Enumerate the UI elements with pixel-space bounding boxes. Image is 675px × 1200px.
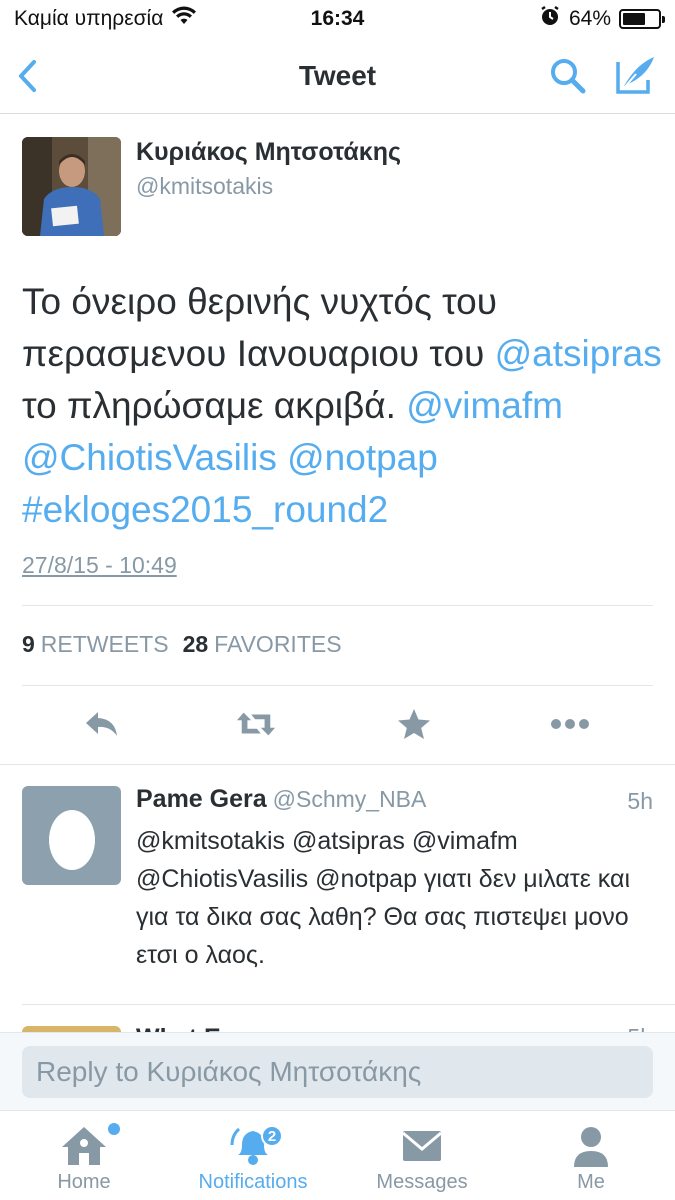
retweets-stat[interactable]: 9 RETWEETS [22,631,169,658]
tweet-timestamp[interactable]: 27/8/15 - 10:49 [22,552,177,579]
home-unread-dot [108,1123,120,1135]
tab-home[interactable]: Home [0,1111,168,1200]
tweet-text: Το όνειρο θερινής νυχτός του περασμενου … [22,276,662,536]
retweets-count: 9 [22,631,35,657]
reply-author-avatar[interactable] [22,786,121,885]
retweet-button[interactable] [236,706,276,742]
reply-text[interactable]: @kmitsotakis @atsipras @vimafm @ChiotisV… [136,822,656,974]
reply-time: 5h [627,788,653,814]
retweets-label: RETWEETS [40,631,169,657]
battery-percent: 64% [568,7,611,30]
search-icon [551,59,586,94]
author-avatar[interactable] [22,137,121,236]
tab-home-label: Home [57,1171,111,1193]
star-icon [398,709,430,739]
reply-author[interactable]: Pame Gera @Schmy_NBA [136,785,426,814]
tweet-text-part: το πληρώσαμε ακριβά. [22,385,407,426]
retweet-icon [236,712,276,736]
profile-photo [22,137,121,236]
mention-link[interactable]: @atsipras [495,333,662,374]
tweet-text-part: Το όνειρο θερινής νυχτός του περασμενου … [22,281,497,374]
tab-notifications-label: Notifications [198,1171,308,1193]
mention-link[interactable]: @vimafm [406,385,563,426]
search-button[interactable] [548,56,588,96]
divider [22,605,653,606]
chevron-left-icon [19,60,36,92]
reply-author-handle: @Schmy_NBA [272,786,427,812]
favorite-button[interactable] [394,706,434,742]
tab-bar: Home 2 Notifications Messages Me [0,1110,675,1200]
divider [0,764,675,765]
navigation-bar: Tweet [0,38,675,114]
reply-button[interactable] [82,706,122,742]
compose-tweet-button[interactable] [612,54,658,96]
tab-messages[interactable]: Messages [338,1111,506,1200]
tab-notifications[interactable]: 2 Notifications [169,1111,337,1200]
tweet-actions [0,686,675,762]
more-options-button[interactable] [550,706,590,742]
tab-me[interactable]: Me [507,1111,675,1200]
home-icon [62,1127,106,1165]
divider [22,1004,675,1005]
more-dots-icon [551,719,589,729]
default-egg-avatar-icon [48,809,95,870]
author-name[interactable]: Κυριάκος Μητσοτάκης [136,138,401,167]
mention-link[interactable]: @notpap [287,437,438,478]
back-button[interactable] [14,56,44,96]
wifi-icon [171,6,197,32]
reply-input[interactable] [22,1046,653,1098]
alarm-icon [539,5,561,33]
reply-bar [0,1032,675,1110]
favorites-count: 28 [182,631,209,657]
tab-messages-label: Messages [376,1171,468,1193]
battery-level [623,13,645,25]
hashtag-link[interactable]: #ekloges2015_round2 [22,489,388,530]
tweet-stats: 9 RETWEETS 28 FAVORITES [22,631,342,658]
favorites-label: FAVORITES [214,631,342,657]
next-reply-peek[interactable]: What Ev... 5h [0,1020,675,1032]
reply-icon [86,712,117,736]
carrier-label: Καμία υπηρεσία [14,7,164,30]
next-reply-name: What Ev... [136,1024,254,1032]
messages-envelope-icon [402,1131,442,1161]
mention-link[interactable]: @ChiotisVasilis [22,437,277,478]
favorites-stat[interactable]: 28 FAVORITES [183,631,342,658]
reply-author-name: Pame Gera [136,785,267,813]
next-reply-time: 5h [627,1024,653,1032]
status-bar: Καμία υπηρεσία 16:34 64% [0,0,675,38]
compose-icon [616,57,654,94]
battery-icon [619,9,665,29]
author-handle[interactable]: @kmitsotakis [136,173,273,200]
tab-me-label: Me [577,1171,605,1193]
notifications-badge: 2 [261,1125,283,1147]
profile-person-icon [574,1127,608,1167]
